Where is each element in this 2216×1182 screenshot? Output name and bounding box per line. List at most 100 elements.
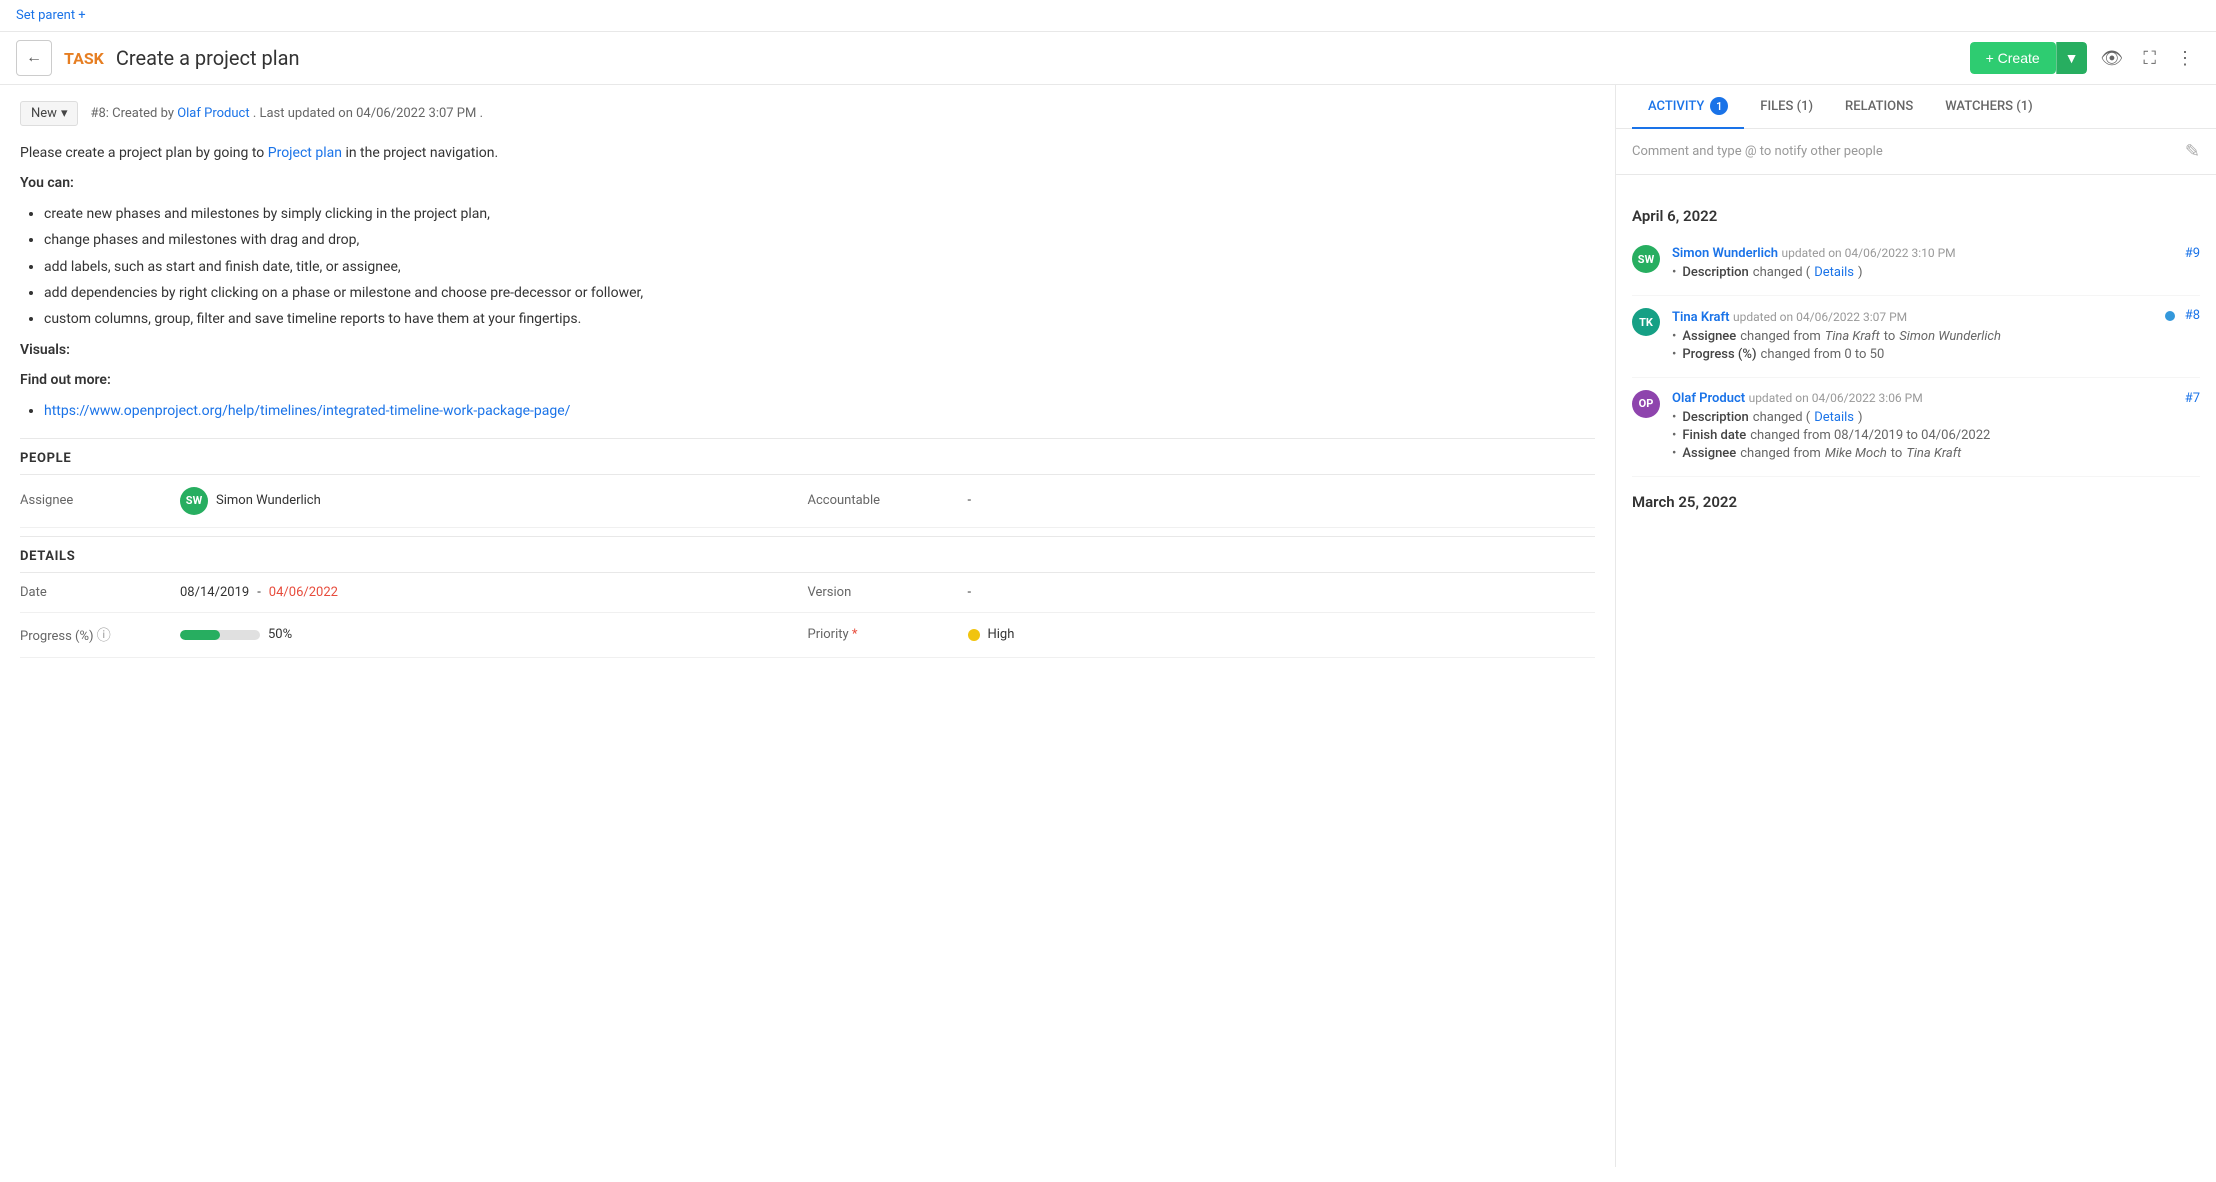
activity-name-label: Simon Wunderlich updated on 04/06/2022 3… (1672, 245, 1956, 261)
activity-header-7: Olaf Product updated on 04/06/2022 3:06 … (1672, 390, 2200, 406)
list-item: custom columns, group, filter and save t… (44, 308, 1595, 330)
activity-entry-8: TK Tina Kraft updated on 04/06/2022 3:07… (1632, 296, 2200, 378)
activity-name-wrapper-7: Olaf Product updated on 04/06/2022 3:06 … (1672, 390, 1923, 406)
activity-change-8-1: Assignee changed from Tina Kraft to Simo… (1672, 329, 2200, 344)
status-label: New (31, 106, 57, 121)
priority-field: Priority * High (808, 613, 1596, 658)
updated-text: . Last updated on 04/06/2022 3:07 PM . (253, 106, 483, 121)
project-plan-link[interactable]: Project plan (268, 145, 346, 161)
activity-name-8: Tina Kraft (1672, 310, 1730, 325)
activity-entry-7: OP Olaf Product updated on 04/06/2022 3:… (1632, 378, 2200, 477)
created-text: Created by (112, 106, 174, 121)
activity-entry-9: SW Simon Wunderlich updated on 04/06/202… (1632, 233, 2200, 296)
main-layout: New ▾ #8: Created by Olaf Product . Last… (0, 85, 2216, 1167)
date-start: 08/14/2019 (180, 585, 249, 600)
accountable-value: - (968, 493, 972, 508)
accountable-field: Accountable - (808, 475, 1596, 528)
openproject-link[interactable]: https://www.openproject.org/help/timelin… (44, 403, 570, 419)
description-intro: Please create a project plan by going to… (20, 142, 1595, 164)
edit-icon: ✎ (2185, 141, 2200, 162)
create-dropdown-arrow[interactable]: ▼ (2056, 42, 2087, 74)
more-options-button[interactable]: ⋮ (2170, 42, 2200, 75)
avatar-sw: SW (1632, 245, 1660, 273)
people-grid: Assignee SW Simon Wunderlich Accountable… (20, 474, 1595, 528)
issue-number: #8: (90, 106, 108, 121)
visuals-label: Visuals: (20, 339, 1595, 361)
activity-time-8: updated on 04/06/2022 3:07 PM (1733, 310, 1907, 324)
you-can-label: You can: (20, 172, 1595, 194)
details-section-header: DETAILS (20, 536, 1595, 572)
tab-watchers[interactable]: WATCHERS (1) (1929, 85, 2049, 129)
list-item: add labels, such as start and finish dat… (44, 256, 1595, 278)
assignee-label: Assignee (20, 493, 180, 508)
progress-bar-container: 50% (180, 627, 292, 642)
avatar-tk: TK (1632, 308, 1660, 336)
header-right: + Create ▼ 👁 ⛶ ⋮ (1970, 42, 2200, 75)
details-grid: Date 08/14/2019 - 04/06/2022 Version - P… (20, 572, 1595, 658)
date-group-april: April 6, 2022 (1632, 191, 2200, 233)
tab-relations-label: RELATIONS (1845, 99, 1913, 114)
activity-header-8: Tina Kraft updated on 04/06/2022 3:07 PM… (1672, 308, 2200, 325)
status-badge[interactable]: New ▾ (20, 101, 78, 126)
activity-id-8: #8 (2185, 308, 2200, 323)
back-button[interactable]: ← (16, 40, 52, 76)
tabs-bar: ACTIVITY 1 FILES (1) RELATIONS WATCHERS … (1616, 85, 2216, 129)
eye-button[interactable]: 👁 (2095, 42, 2130, 75)
list-item: change phases and milestones with drag a… (44, 229, 1595, 251)
author-link[interactable]: Olaf Product (177, 106, 249, 121)
create-btn-wrapper: + Create ▼ (1970, 42, 2087, 74)
bullet-list: create new phases and milestones by simp… (44, 203, 1595, 331)
assignee-name: Simon Wunderlich (216, 493, 321, 508)
activity-header-9: Simon Wunderlich updated on 04/06/2022 3… (1672, 245, 2200, 261)
list-item: https://www.openproject.org/help/timelin… (44, 400, 1595, 422)
date-label: Date (20, 585, 180, 600)
priority-value: High (968, 627, 1015, 642)
tab-watchers-label: WATCHERS (1) (1945, 99, 2033, 114)
left-panel: New ▾ #8: Created by Olaf Product . Last… (0, 85, 1616, 1167)
comment-input-area[interactable]: Comment and type @ to notify other peopl… (1616, 129, 2216, 175)
header-left: ← TASK Create a project plan (16, 40, 300, 76)
version-value: - (968, 585, 972, 600)
activity-id-7: #7 (2185, 391, 2200, 406)
assignee-value: SW Simon Wunderlich (180, 487, 321, 515)
priority-label: Priority * (808, 627, 968, 642)
details-link-7[interactable]: Details (1814, 410, 1854, 425)
tab-relations[interactable]: RELATIONS (1829, 85, 1929, 129)
activity-panel: April 6, 2022 SW Simon Wunderlich update… (1616, 175, 2216, 1167)
tab-activity[interactable]: ACTIVITY 1 (1632, 85, 1744, 129)
list-item: add dependencies by right clicking on a … (44, 282, 1595, 304)
comment-placeholder: Comment and type @ to notify other peopl… (1632, 144, 1883, 159)
activity-name-7: Olaf Product (1672, 391, 1745, 406)
tab-activity-badge: 1 (1710, 97, 1728, 115)
people-section-header: PEOPLE (20, 438, 1595, 474)
version-label: Version (808, 585, 968, 600)
description: Please create a project plan by going to… (20, 142, 1595, 422)
version-field: Version - (808, 573, 1596, 613)
tab-files-label: FILES (1) (1760, 99, 1813, 114)
status-row: New ▾ #8: Created by Olaf Product . Last… (20, 101, 1595, 126)
progress-bar-bg (180, 630, 260, 640)
date-field: Date 08/14/2019 - 04/06/2022 (20, 573, 808, 613)
create-button[interactable]: + Create (1970, 42, 2056, 74)
fullscreen-button[interactable]: ⛶ (2137, 42, 2162, 75)
set-parent-link[interactable]: Set parent + (16, 8, 86, 23)
activity-content-7: Olaf Product updated on 04/06/2022 3:06 … (1672, 390, 2200, 464)
task-title: Create a project plan (116, 46, 300, 70)
links-list: https://www.openproject.org/help/timelin… (44, 400, 1595, 422)
top-bar: Set parent + (0, 0, 2216, 32)
priority-required: * (852, 627, 858, 642)
date-separator: - (257, 585, 261, 600)
progress-help-icon[interactable]: ⓘ (97, 628, 111, 644)
activity-id-wrapper-8: #8 (2165, 308, 2200, 323)
blue-dot-8 (2165, 311, 2175, 321)
activity-change-7-3: Assignee changed from Mike Moch to Tina … (1672, 446, 2200, 461)
activity-id-9: #9 (2185, 246, 2200, 261)
details-link-9[interactable]: Details (1814, 265, 1854, 280)
activity-name-wrapper-8: Tina Kraft updated on 04/06/2022 3:07 PM (1672, 309, 1907, 325)
find-out-more: Find out more: (20, 369, 1595, 391)
progress-label: Progress (%) ⓘ (20, 625, 180, 645)
avatar-op: OP (1632, 390, 1660, 418)
tab-files[interactable]: FILES (1) (1744, 85, 1829, 129)
activity-change-7-2: Finish date changed from 08/14/2019 to 0… (1672, 428, 2200, 443)
activity-change-9-1: Description changed ( Details ) (1672, 265, 2200, 280)
